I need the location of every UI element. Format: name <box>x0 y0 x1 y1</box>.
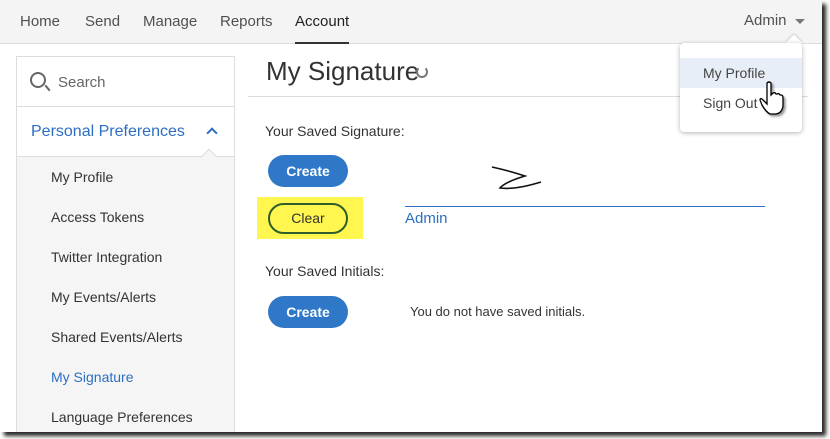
create-signature-button[interactable]: Create <box>268 155 348 187</box>
page: Home Send Manage Reports Account Admin S… <box>0 0 822 432</box>
clear-signature-button[interactable]: Clear <box>268 203 348 234</box>
sidebar-item-my-events[interactable]: My Events/Alerts <box>17 277 234 317</box>
signature-name: Admin <box>405 210 448 227</box>
sidebar-item-shared-events[interactable]: Shared Events/Alerts <box>17 317 234 357</box>
sidebar-item-access-tokens[interactable]: Access Tokens <box>17 197 234 237</box>
signature-image <box>491 166 542 190</box>
hand-cursor-icon <box>759 81 784 115</box>
caret-down-icon[interactable] <box>795 19 805 24</box>
saved-signature-label: Your Saved Signature: <box>265 123 405 139</box>
refresh-icon[interactable] <box>416 66 428 78</box>
page-title: My Signature <box>266 56 420 86</box>
sidebar-item-my-profile[interactable]: My Profile <box>17 157 234 197</box>
no-initials-text: You do not have saved initials. <box>410 304 586 319</box>
top-nav: Home Send Manage Reports Account Admin <box>0 0 822 44</box>
nav-home[interactable]: Home <box>20 13 60 30</box>
section-label: Personal Preferences <box>31 123 185 140</box>
nav-manage[interactable]: Manage <box>143 13 197 30</box>
user-menu[interactable]: Admin <box>744 12 787 29</box>
sidebar-item-twitter-integration[interactable]: Twitter Integration <box>17 237 234 277</box>
sidebar: Search Personal Preferences My Profile A… <box>16 56 235 432</box>
sidebar-item-my-signature[interactable]: My Signature <box>17 357 234 397</box>
nav-send[interactable]: Send <box>85 13 120 30</box>
search-input[interactable]: Search <box>17 57 234 107</box>
nav-account[interactable]: Account <box>295 13 350 44</box>
section-personal-preferences[interactable]: Personal Preferences <box>17 107 234 166</box>
chevron-up-icon[interactable] <box>206 127 218 139</box>
nav-reports[interactable]: Reports <box>220 13 273 30</box>
sidebar-item-language-preferences[interactable]: Language Preferences <box>17 397 234 432</box>
create-initials-button[interactable]: Create <box>268 296 348 328</box>
signature-line <box>405 206 765 207</box>
search-placeholder: Search <box>58 74 106 91</box>
saved-initials-label: Your Saved Initials: <box>265 263 385 279</box>
search-icon <box>30 72 46 88</box>
